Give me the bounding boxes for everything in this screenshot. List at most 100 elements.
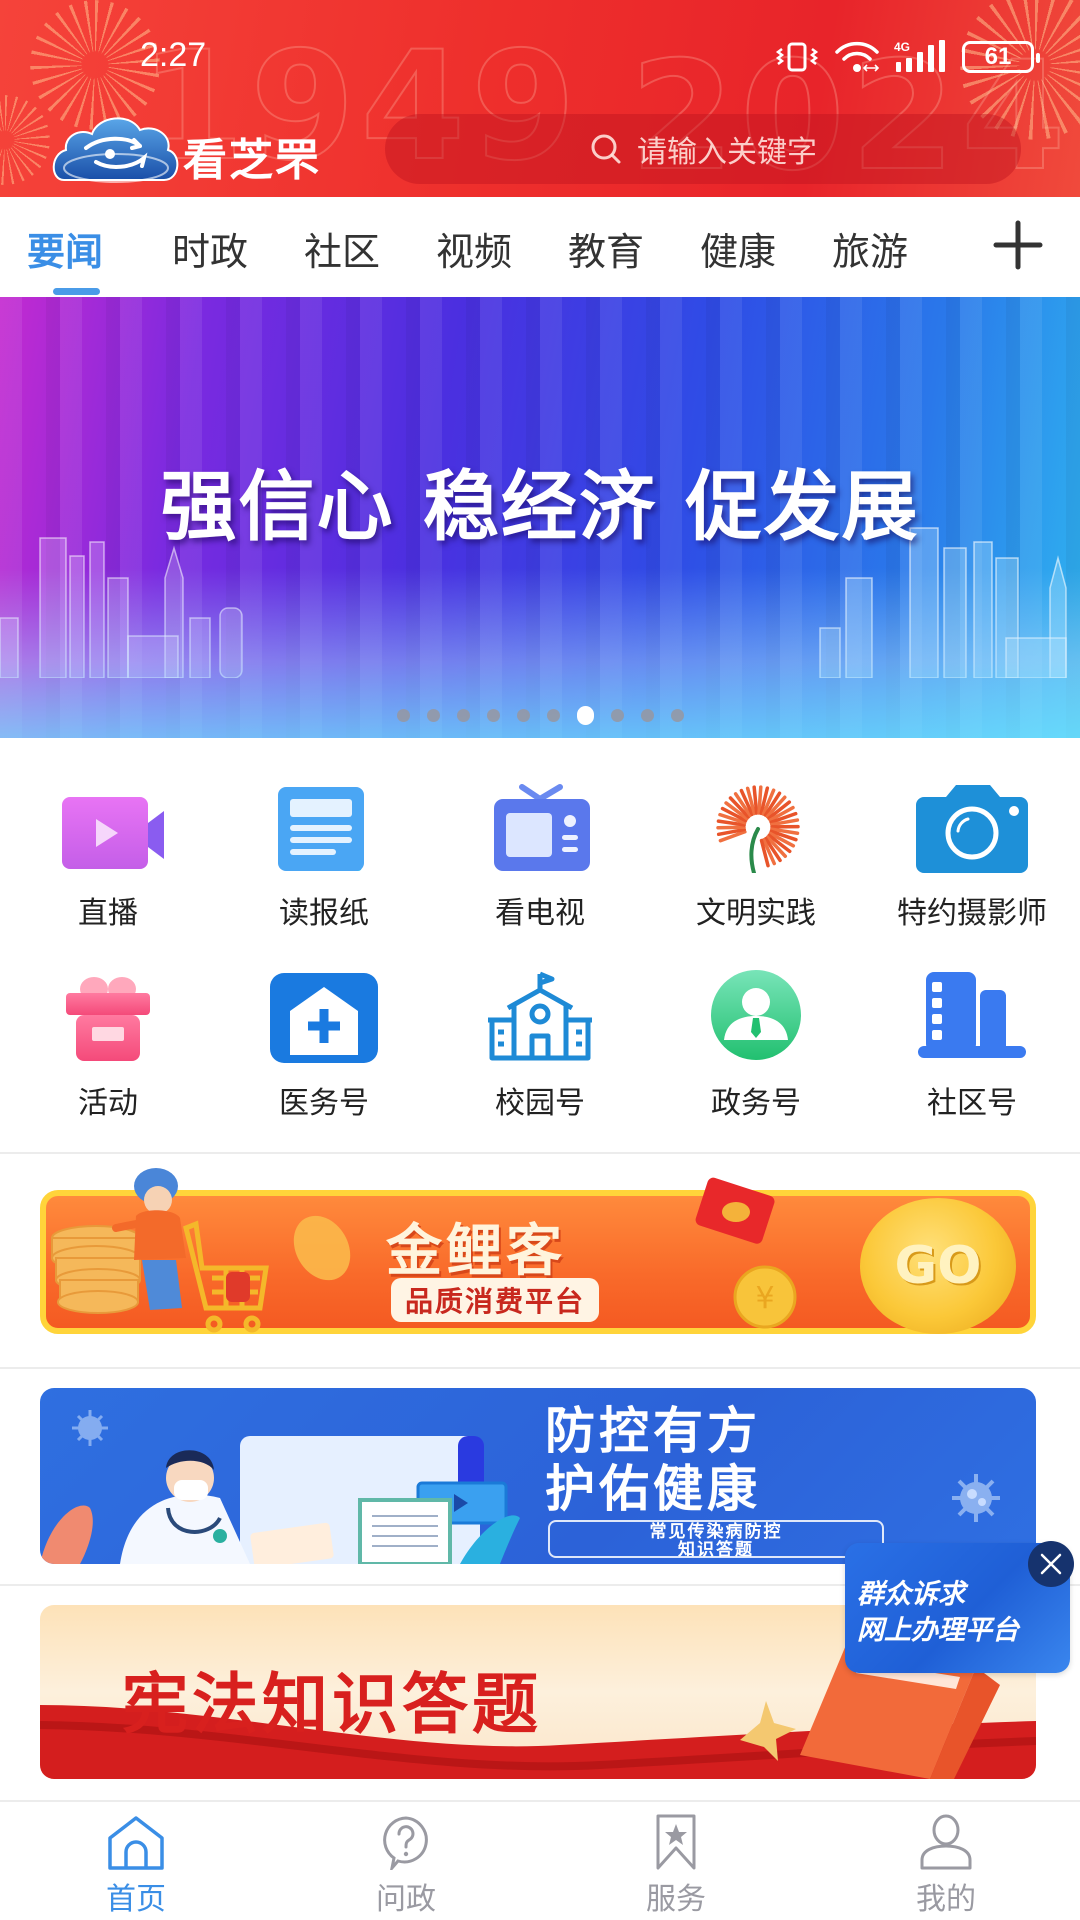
promo-koi-banner[interactable]: ¥ 金鲤客 品质消费平台 GO bbox=[40, 1168, 1036, 1334]
bookmark-star-icon bbox=[656, 1814, 696, 1870]
nav-ask-government[interactable]: 问政 bbox=[326, 1814, 486, 1918]
shortcut-label: 读报纸 bbox=[279, 896, 369, 931]
shortcut-label: 看电视 bbox=[495, 896, 585, 931]
newspaper-icon bbox=[278, 787, 364, 871]
plus-icon[interactable] bbox=[990, 217, 1046, 273]
promo-health-title-line2: 护佑健康 bbox=[545, 1460, 761, 1518]
user-icon bbox=[920, 1814, 972, 1870]
news-carousel[interactable]: 强信心 稳经济 促发展 bbox=[0, 297, 1080, 738]
shortcut-label: 社区号 bbox=[927, 1086, 1017, 1121]
nav-label: 问政 bbox=[376, 1882, 436, 1917]
question-bubble-icon bbox=[383, 1816, 428, 1870]
promo-health-quiz-banner[interactable]: 防控有方 护佑健康 常见传染病防控 知识答题 bbox=[40, 1388, 1036, 1564]
video-camera-icon bbox=[62, 797, 164, 869]
promo-health-sub-line2: 知识答题 bbox=[678, 1540, 754, 1560]
wifi-icon bbox=[835, 41, 880, 72]
carousel-dot[interactable] bbox=[640, 709, 654, 722]
carousel-dot[interactable] bbox=[546, 709, 560, 722]
app-header: 1949 2024 2:27 4G 61 看芝罘 请输入关键字 bbox=[0, 0, 1080, 197]
building-icon bbox=[918, 972, 1026, 1058]
section-divider bbox=[0, 1152, 1080, 1154]
firework-decoration bbox=[0, 95, 50, 185]
tab-yaowen[interactable]: 要闻 bbox=[27, 221, 103, 276]
shortcut-tv[interactable]: 看电视 bbox=[432, 748, 648, 931]
app-logo bbox=[52, 117, 179, 183]
tab-shizheng[interactable]: 时政 bbox=[172, 221, 248, 276]
tab-jiaoyu[interactable]: 教育 bbox=[568, 221, 644, 276]
carousel-dot[interactable] bbox=[396, 709, 410, 722]
shortcut-activity[interactable]: 活动 bbox=[0, 938, 216, 1121]
promo-koi-title: 金鲤客 bbox=[386, 1219, 566, 1284]
app-title: 看芝罘 bbox=[183, 135, 321, 186]
shortcut-government[interactable]: 政务号 bbox=[648, 938, 864, 1121]
widget-line2: 网上办理平台 bbox=[857, 1615, 1019, 1646]
category-tab-bar: 要闻 时政 社区 视频 教育 健康 旅游 bbox=[0, 197, 1080, 297]
virus-decoration bbox=[952, 1474, 1000, 1522]
shortcut-label: 校园号 bbox=[495, 1086, 585, 1121]
camera-icon bbox=[916, 785, 1028, 873]
carousel-dot[interactable] bbox=[516, 709, 530, 722]
cellular-signal-icon: 4G bbox=[894, 40, 945, 72]
shortcut-label: 文明实践 bbox=[696, 896, 816, 931]
carousel-slide-title: 强信心 稳经济 促发展 bbox=[160, 462, 920, 551]
promo-health-title: 防控有方 护佑健康 bbox=[545, 1402, 761, 1518]
shortcut-label: 政务号 bbox=[711, 1086, 801, 1121]
shortcut-label: 活动 bbox=[78, 1086, 138, 1121]
yuan-coin-decoration: ¥ bbox=[733, 1265, 797, 1329]
promo-health-subtitle: 常见传染病防控 知识答题 bbox=[548, 1520, 884, 1560]
status-icons: 4G 61 bbox=[774, 40, 1040, 74]
search-input[interactable]: 请输入关键字 bbox=[385, 114, 1021, 184]
promo-health-title-line1: 防控有方 bbox=[545, 1402, 761, 1460]
promo-health-sub-line1: 常见传染病防控 bbox=[649, 1522, 783, 1542]
hospital-icon bbox=[270, 973, 378, 1063]
carousel-dot[interactable] bbox=[486, 709, 500, 722]
shortcut-community[interactable]: 社区号 bbox=[864, 938, 1080, 1121]
school-icon bbox=[488, 971, 592, 1061]
vibrate-icon bbox=[775, 42, 819, 72]
public-appeal-platform-widget[interactable]: 群众诉求 网上办理平台 bbox=[845, 1541, 1074, 1673]
carousel-dot[interactable] bbox=[426, 709, 440, 722]
promo-koi-subtitle: 品质消费平台 bbox=[391, 1278, 600, 1322]
nav-label: 服务 bbox=[646, 1882, 706, 1917]
shortcut-label: 医务号 bbox=[279, 1086, 369, 1121]
shortcut-newspaper[interactable]: 读报纸 bbox=[216, 748, 432, 931]
battery-icon: 61 bbox=[962, 41, 1040, 73]
go-button[interactable]: GO bbox=[860, 1198, 1016, 1334]
tab-jiankang[interactable]: 健康 bbox=[700, 221, 776, 276]
carousel-pagination bbox=[0, 706, 1080, 725]
shortcut-grid: 直播 读报纸 看电视 文明实践 特约摄影师 活动 医务号 校园号 政务号 社区号 bbox=[0, 738, 1080, 1152]
search-icon bbox=[591, 134, 621, 164]
gift-box-icon bbox=[66, 977, 150, 1061]
bottom-navigation: 首页 问政 服务 我的 bbox=[0, 1800, 1080, 1920]
active-tab-indicator bbox=[53, 288, 100, 295]
nav-home[interactable]: 首页 bbox=[56, 1814, 216, 1918]
nav-services[interactable]: 服务 bbox=[596, 1814, 756, 1918]
official-person-icon bbox=[711, 970, 801, 1060]
widget-line1: 群众诉求 bbox=[857, 1579, 965, 1610]
shortcut-photographer[interactable]: 特约摄影师 bbox=[864, 748, 1080, 931]
tab-shipin[interactable]: 视频 bbox=[436, 221, 512, 276]
search-placeholder: 请输入关键字 bbox=[637, 135, 817, 170]
close-widget-button[interactable] bbox=[1028, 1541, 1074, 1587]
shortcut-label: 直播 bbox=[78, 896, 138, 931]
tab-shequ[interactable]: 社区 bbox=[304, 221, 380, 276]
carousel-dot-active[interactable] bbox=[576, 706, 594, 725]
shortcut-label: 特约摄影师 bbox=[897, 896, 1047, 931]
tv-icon bbox=[494, 784, 590, 871]
carousel-dot[interactable] bbox=[670, 709, 684, 722]
shortcut-live[interactable]: 直播 bbox=[0, 748, 216, 931]
nav-label: 我的 bbox=[916, 1882, 976, 1917]
promo-law-title: 宪法知识答题 bbox=[122, 1666, 542, 1743]
coin-decoration bbox=[293, 1215, 351, 1281]
shortcut-medical[interactable]: 医务号 bbox=[216, 938, 432, 1121]
carousel-dot[interactable] bbox=[456, 709, 470, 722]
tab-lvyou[interactable]: 旅游 bbox=[832, 221, 908, 276]
dandelion-icon bbox=[716, 785, 800, 873]
carousel-dot[interactable] bbox=[610, 709, 624, 722]
home-icon bbox=[108, 1816, 164, 1870]
nav-profile[interactable]: 我的 bbox=[866, 1814, 1026, 1918]
nav-label: 首页 bbox=[106, 1882, 166, 1917]
network-type-label: 4G bbox=[894, 40, 910, 54]
shortcut-civilization-practice[interactable]: 文明实践 bbox=[648, 748, 864, 931]
shortcut-campus[interactable]: 校园号 bbox=[432, 938, 648, 1121]
